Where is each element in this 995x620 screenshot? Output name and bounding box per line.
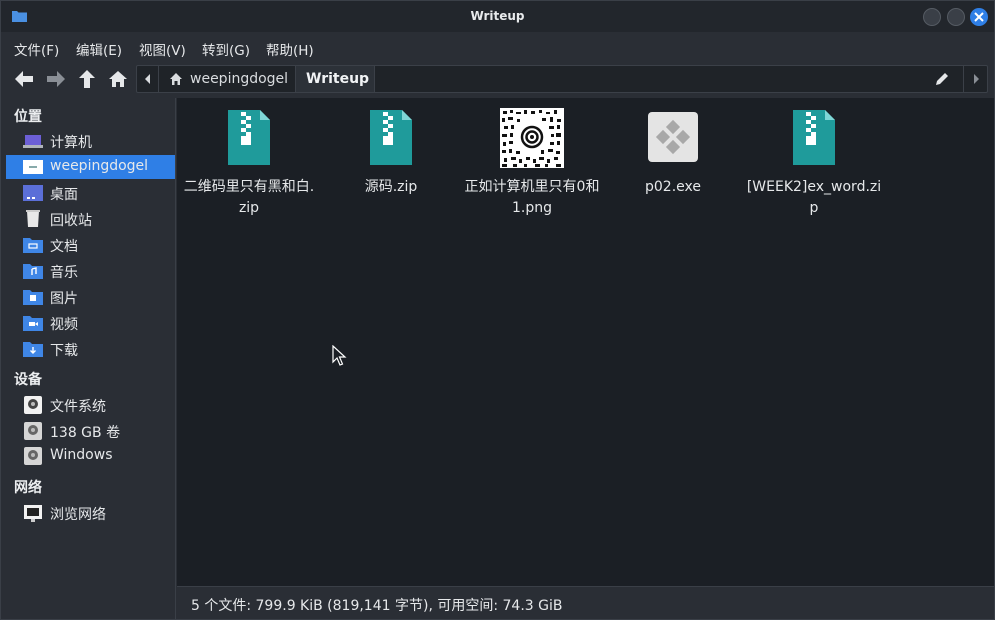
home-icon <box>109 71 127 87</box>
file-name: 源码.zip <box>364 179 418 195</box>
sidebar-item-volume-138gb[interactable]: 138 GB 卷 <box>6 419 175 443</box>
sidebar-item-label: 桌面 <box>50 187 78 203</box>
qr-image-thumbnail <box>500 108 564 168</box>
path-segment-label: Writeup <box>306 71 370 87</box>
file-item[interactable]: [WEEK2]ex_word.zip <box>746 108 882 219</box>
sidebar-item-label: Windows <box>50 447 113 463</box>
menu-edit[interactable]: 编辑(E) <box>76 39 122 59</box>
sidebar-item-label: 计算机 <box>50 135 92 151</box>
forward-arrow-icon <box>47 71 65 87</box>
sidebar-item-downloads[interactable]: 下载 <box>6 337 175 361</box>
sidebar-item-label: 文档 <box>50 239 78 255</box>
zip-archive-icon <box>217 108 281 168</box>
close-button[interactable] <box>970 8 988 26</box>
path-segment-label: weepingdogel <box>190 71 289 87</box>
path-scroll-right-button[interactable] <box>963 66 987 92</box>
sidebar-item-browse-network[interactable]: 浏览网络 <box>6 501 175 525</box>
home-folder-icon <box>23 160 43 174</box>
sidebar: 位置 计算机 weepingdogel 桌面 回收站 文档 音乐 图片 视频 下… <box>1 98 176 619</box>
executable-icon <box>641 108 705 168</box>
chevron-right-icon <box>974 74 979 84</box>
sidebar-item-label: 回收站 <box>50 213 92 229</box>
home-button[interactable] <box>107 68 129 90</box>
sidebar-item-music[interactable]: 音乐 <box>6 259 175 283</box>
file-name: p02.exe <box>645 179 701 195</box>
sidebar-item-documents[interactable]: 文档 <box>6 233 175 257</box>
sidebar-item-label: 视频 <box>50 317 78 333</box>
zip-archive-icon <box>359 108 423 168</box>
sidebar-item-videos[interactable]: 视频 <box>6 311 175 335</box>
sidebar-item-desktop[interactable]: 桌面 <box>6 181 175 205</box>
sidebar-item-label: 138 GB 卷 <box>50 425 121 441</box>
up-button[interactable] <box>76 68 98 90</box>
sidebar-item-label: weepingdogel <box>50 158 149 174</box>
sidebar-item-computer[interactable]: 计算机 <box>6 129 175 153</box>
back-button[interactable] <box>13 68 35 90</box>
edit-location-button[interactable] <box>934 71 950 87</box>
sidebar-section-devices: 设备 <box>14 372 42 388</box>
computer-icon <box>23 135 43 148</box>
file-item[interactable]: 源码.zip <box>323 108 459 198</box>
status-text: 5 个文件: 799.9 KiB (819,141 字节), 可用空间: 74.… <box>191 598 563 614</box>
zip-archive-icon <box>782 108 846 168</box>
sidebar-item-weepingdogel[interactable]: weepingdogel <box>6 155 175 179</box>
home-icon <box>170 73 182 85</box>
downloads-folder-icon <box>23 342 43 357</box>
title-bar[interactable]: Writeup <box>1 1 994 32</box>
back-arrow-icon <box>15 71 33 87</box>
menu-help[interactable]: 帮助(H) <box>266 39 314 59</box>
file-name: [WEEK2]ex_word.zip <box>746 179 882 216</box>
sidebar-item-trash[interactable]: 回收站 <box>6 207 175 231</box>
sidebar-section-places: 位置 <box>14 109 42 125</box>
menu-file[interactable]: 文件(F) <box>14 39 59 59</box>
documents-folder-icon <box>23 238 43 253</box>
drive-icon <box>24 447 42 465</box>
path-scroll-left-button[interactable] <box>137 66 159 92</box>
window-title: Writeup <box>470 9 525 23</box>
music-folder-icon <box>23 264 43 279</box>
status-bar: 5 个文件: 799.9 KiB (819,141 字节), 可用空间: 74.… <box>177 586 994 619</box>
drive-icon <box>24 422 42 440</box>
close-icon <box>974 12 984 22</box>
sidebar-item-label: 文件系统 <box>50 399 106 415</box>
sidebar-item-label: 浏览网络 <box>50 507 106 523</box>
file-view[interactable]: 二维码里只有黑和白.zip 源码.zip 正如计算机里只有0和1.png p02… <box>177 98 994 586</box>
sidebar-item-windows[interactable]: Windows <box>6 444 175 468</box>
chevron-left-icon <box>145 74 150 84</box>
menu-go[interactable]: 转到(G) <box>202 39 250 59</box>
file-item[interactable]: 二维码里只有黑和白.zip <box>181 108 317 219</box>
up-arrow-icon <box>79 70 95 88</box>
file-name: 二维码里只有黑和白.zip <box>183 179 315 216</box>
sidebar-item-filesystem[interactable]: 文件系统 <box>6 393 175 417</box>
sidebar-item-pictures[interactable]: 图片 <box>6 285 175 309</box>
pencil-icon <box>936 73 948 85</box>
desktop-icon <box>23 185 43 201</box>
sidebar-item-label: 下载 <box>50 343 78 359</box>
file-manager-window: Writeup 文件(F) 编辑(E) 视图(V) 转到(G) 帮助(H) we… <box>0 0 995 620</box>
mouse-cursor-icon <box>332 345 347 366</box>
path-segment-current[interactable]: Writeup <box>296 66 375 92</box>
menu-view[interactable]: 视图(V) <box>139 39 186 59</box>
videos-folder-icon <box>23 316 43 331</box>
path-segment-home[interactable]: weepingdogel <box>159 66 296 92</box>
location-bar: weepingdogel Writeup <box>136 65 988 93</box>
file-item[interactable]: p02.exe <box>605 108 741 198</box>
file-item[interactable]: 正如计算机里只有0和1.png <box>464 108 600 219</box>
sidebar-item-label: 音乐 <box>50 265 78 281</box>
sidebar-item-label: 图片 <box>50 291 78 307</box>
network-icon <box>24 505 42 522</box>
menu-bar: 文件(F) 编辑(E) 视图(V) 转到(G) 帮助(H) <box>1 32 994 61</box>
minimize-button[interactable] <box>923 8 941 26</box>
sidebar-section-network: 网络 <box>14 480 42 496</box>
pictures-folder-icon <box>23 290 43 305</box>
drive-icon <box>24 396 42 414</box>
forward-button[interactable] <box>45 68 67 90</box>
trash-icon <box>26 210 40 227</box>
maximize-button[interactable] <box>947 8 965 26</box>
file-name: 正如计算机里只有0和1.png <box>464 179 600 216</box>
